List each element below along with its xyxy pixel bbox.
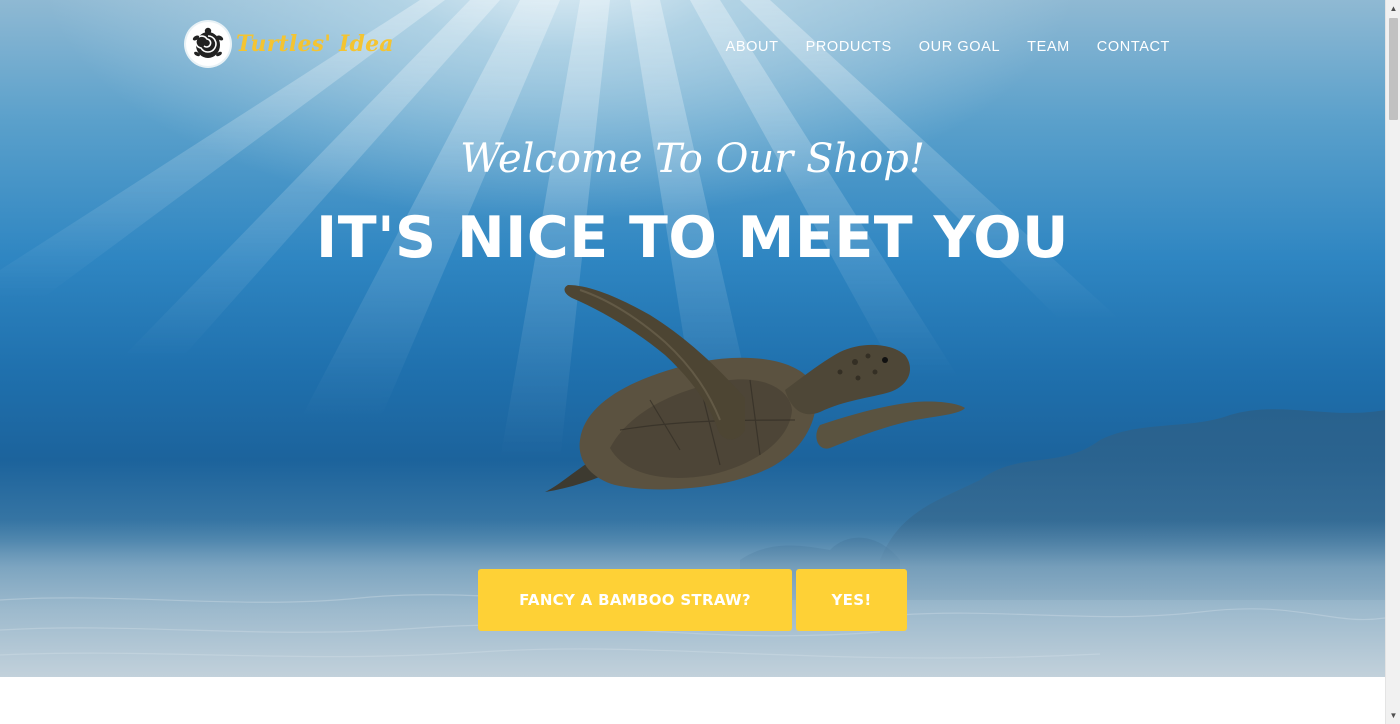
nav-item-products: PRODUCTS: [806, 38, 892, 56]
nav-link-products[interactable]: PRODUCTS: [806, 39, 892, 55]
brand-name: Turtles' Idea: [236, 31, 394, 57]
nav-link-team[interactable]: TEAM: [1027, 39, 1070, 55]
nav-item-our-goal: OUR GOAL: [919, 38, 1000, 56]
sea-turtle-image: [545, 285, 965, 492]
nav-item-team: TEAM: [1027, 38, 1070, 56]
nav-link-our-goal[interactable]: OUR GOAL: [919, 39, 1000, 55]
scroll-up-arrow-icon[interactable]: ▲: [1386, 0, 1400, 17]
nav-link-about[interactable]: ABOUT: [726, 39, 779, 55]
scroll-down-arrow-icon[interactable]: ▼: [1386, 707, 1400, 724]
hero-heading: IT'S NICE TO MEET YOU: [316, 205, 1069, 271]
page: Turtles' Idea ABOUT PRODUCTS OUR GOAL TE…: [0, 0, 1400, 724]
nav-item-contact: CONTACT: [1097, 38, 1170, 56]
hero-subheading: Welcome To Our Shop!: [460, 136, 925, 182]
nav-link-contact[interactable]: CONTACT: [1097, 39, 1170, 55]
turtle-spiral-icon: [186, 22, 230, 66]
scrollbar-thumb[interactable]: [1389, 18, 1398, 120]
page-scrollbar[interactable]: ▲ ▼: [1385, 0, 1400, 724]
nav-item-about: ABOUT: [726, 38, 779, 56]
hero-section: Turtles' Idea ABOUT PRODUCTS OUR GOAL TE…: [0, 0, 1385, 677]
brand-logo[interactable]: Turtles' Idea: [186, 22, 394, 66]
bamboo-straw-button[interactable]: FANCY A BAMBOO STRAW?: [478, 569, 792, 631]
main-nav: ABOUT PRODUCTS OUR GOAL TEAM CONTACT: [726, 38, 1170, 56]
yes-button[interactable]: YES!: [796, 569, 907, 631]
